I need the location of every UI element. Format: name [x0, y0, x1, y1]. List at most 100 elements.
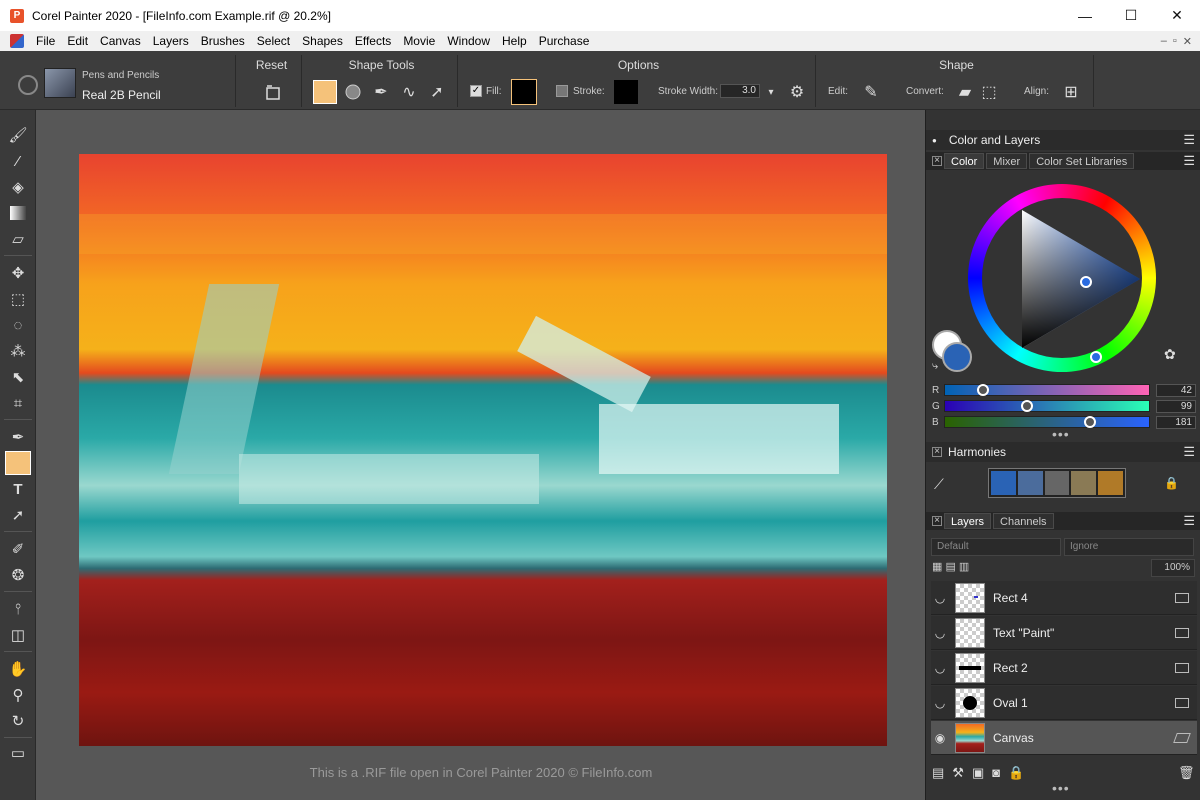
gradient-icon[interactable]: [6, 202, 30, 224]
harmony-swatch[interactable]: [1071, 471, 1097, 495]
rect-select-icon[interactable]: ⬚: [6, 288, 30, 310]
harmonies-menu-icon[interactable]: ☰: [1183, 444, 1195, 460]
red-slider[interactable]: [943, 384, 1151, 396]
resize-grip-icon[interactable]: •••: [1052, 426, 1070, 442]
delete-layer-icon[interactable]: 🗑: [1178, 765, 1195, 781]
green-slider[interactable]: [943, 400, 1151, 412]
layer-row[interactable]: ◡ Rect 2: [931, 651, 1197, 685]
layer-visibility-icon[interactable]: ◡: [931, 696, 949, 710]
menu-effects[interactable]: Effects: [349, 31, 397, 51]
green-slider-knob[interactable]: [1020, 400, 1033, 412]
layer-row[interactable]: ◡ Text "Paint": [931, 616, 1197, 650]
panel-menu-icon[interactable]: ☰: [1183, 132, 1195, 148]
reset-tool-button[interactable]: [262, 81, 284, 103]
panel-resize-grip-icon[interactable]: •••: [1052, 780, 1070, 796]
harmony-link-icon[interactable]: ⟋: [934, 476, 944, 493]
blender-icon[interactable]: ❂: [6, 564, 30, 586]
menu-file[interactable]: File: [30, 31, 61, 51]
layers-menu-icon[interactable]: ☰: [1183, 513, 1195, 529]
main-color-swatch[interactable]: [942, 342, 972, 372]
doc-minimize-button[interactable]: –: [1161, 35, 1167, 48]
menu-layers[interactable]: Layers: [147, 31, 195, 51]
layer-row[interactable]: ◡ Oval 1: [931, 686, 1197, 720]
menu-edit[interactable]: Edit: [61, 31, 94, 51]
layer-commands-icon[interactable]: ▤: [932, 765, 944, 781]
fill-color-swatch[interactable]: [511, 79, 537, 105]
doc-close-button[interactable]: ✕: [1183, 35, 1192, 48]
text-icon[interactable]: T: [6, 478, 30, 500]
shape-attributes-icon[interactable]: ⚙: [786, 81, 808, 103]
tab-layers[interactable]: Layers: [944, 513, 992, 529]
document-menu-icon[interactable]: [10, 34, 24, 48]
fill-checkbox[interactable]: ✓: [470, 85, 482, 97]
stroke-color-swatch[interactable]: [614, 80, 638, 104]
selection-adjuster-icon[interactable]: ⬉: [6, 366, 30, 388]
layer-visibility-icon[interactable]: ◉: [931, 731, 949, 745]
pen-icon[interactable]: ✒: [6, 426, 30, 448]
shape-selection-icon[interactable]: ➚: [6, 504, 30, 526]
layer-options-icons[interactable]: ▦ ▤ ▥: [932, 560, 969, 573]
doc-restore-button[interactable]: ▫: [1173, 35, 1177, 48]
composite-method-dropdown[interactable]: Default: [931, 538, 1061, 556]
minimize-button[interactable]: —: [1062, 0, 1108, 31]
quick-curve-icon[interactable]: ∿: [398, 81, 420, 103]
new-layer-icon[interactable]: ▣: [972, 765, 984, 781]
convert-to-selection-icon[interactable]: ⬚: [978, 81, 1000, 103]
stroke-width-dropdown-icon[interactable]: ▾: [760, 81, 782, 103]
swap-colors-icon[interactable]: ⤷: [932, 360, 938, 373]
green-value[interactable]: 99: [1156, 399, 1196, 413]
canvas-artwork[interactable]: [79, 154, 887, 746]
stroke-checkbox[interactable]: [556, 85, 568, 97]
tab-channels[interactable]: Channels: [993, 513, 1054, 529]
convert-to-layer-icon[interactable]: ▰: [954, 81, 976, 103]
color-panel-menu-icon[interactable]: ☰: [1183, 153, 1195, 169]
menu-select[interactable]: Select: [251, 31, 296, 51]
layer-visibility-icon[interactable]: ◡: [931, 626, 949, 640]
color-wheel[interactable]: [968, 184, 1156, 372]
harmony-swatch[interactable]: [1098, 471, 1123, 495]
tab-color-set-libraries[interactable]: Color Set Libraries: [1029, 153, 1135, 169]
layer-row[interactable]: ◡ Rect 4: [931, 581, 1197, 615]
menu-shapes[interactable]: Shapes: [296, 31, 349, 51]
tab-color[interactable]: Color: [944, 153, 985, 169]
brush-selector[interactable]: Pens and Pencils Real 2B Pencil: [0, 55, 236, 107]
lasso-icon[interactable]: ◌: [6, 314, 30, 336]
triangle-handle[interactable]: [1080, 276, 1092, 288]
layer-row[interactable]: ◉ Canvas: [931, 721, 1197, 755]
paint-bucket-icon[interactable]: ◈: [6, 176, 30, 198]
close-button[interactable]: ✕: [1154, 0, 1200, 31]
menu-canvas[interactable]: Canvas: [94, 31, 147, 51]
dropper-icon[interactable]: ⁄: [6, 150, 30, 172]
create-mask-icon[interactable]: ◙: [992, 765, 1000, 781]
edit-shape-icon[interactable]: ✎: [860, 81, 882, 103]
menu-brushes[interactable]: Brushes: [195, 31, 251, 51]
perspective-icon[interactable]: ◫: [6, 624, 30, 646]
lock-layer-icon[interactable]: 🔒: [1008, 765, 1024, 781]
red-value[interactable]: 42: [1156, 383, 1196, 397]
rectangle-shape-icon[interactable]: [313, 80, 337, 104]
harmony-swatch[interactable]: [1017, 471, 1043, 495]
rectangle-shape-icon[interactable]: [5, 451, 31, 475]
lock-harmony-icon[interactable]: 🔒: [1164, 476, 1179, 490]
menu-movie[interactable]: Movie: [397, 31, 441, 51]
close-panel-icon[interactable]: ×: [932, 156, 942, 166]
oval-shape-icon[interactable]: [342, 81, 364, 103]
close-layers-icon[interactable]: ×: [932, 516, 942, 526]
blue-slider-knob[interactable]: [1083, 416, 1096, 428]
mirror-icon[interactable]: ⫯: [6, 598, 30, 620]
transform-icon[interactable]: ✥: [6, 262, 30, 284]
dynamic-plugins-icon[interactable]: ⚒: [952, 765, 964, 781]
opacity-field[interactable]: 100%: [1151, 559, 1195, 577]
blue-slider[interactable]: [943, 416, 1151, 428]
magnifier-icon[interactable]: ⚲: [6, 684, 30, 706]
magic-wand-icon[interactable]: ⁂: [6, 340, 30, 362]
menu-purchase[interactable]: Purchase: [533, 31, 596, 51]
rotate-page-icon[interactable]: ↻: [6, 710, 30, 732]
menu-window[interactable]: Window: [441, 31, 496, 51]
pen-tool-icon[interactable]: ✒: [370, 81, 392, 103]
blue-value[interactable]: 181: [1156, 415, 1196, 429]
screen-mode-icon[interactable]: ▭: [6, 742, 30, 764]
grabber-icon[interactable]: ✋: [6, 658, 30, 680]
color-picker-tool-icon[interactable]: ✿: [1164, 346, 1176, 363]
harmony-swatch[interactable]: [1044, 471, 1070, 495]
